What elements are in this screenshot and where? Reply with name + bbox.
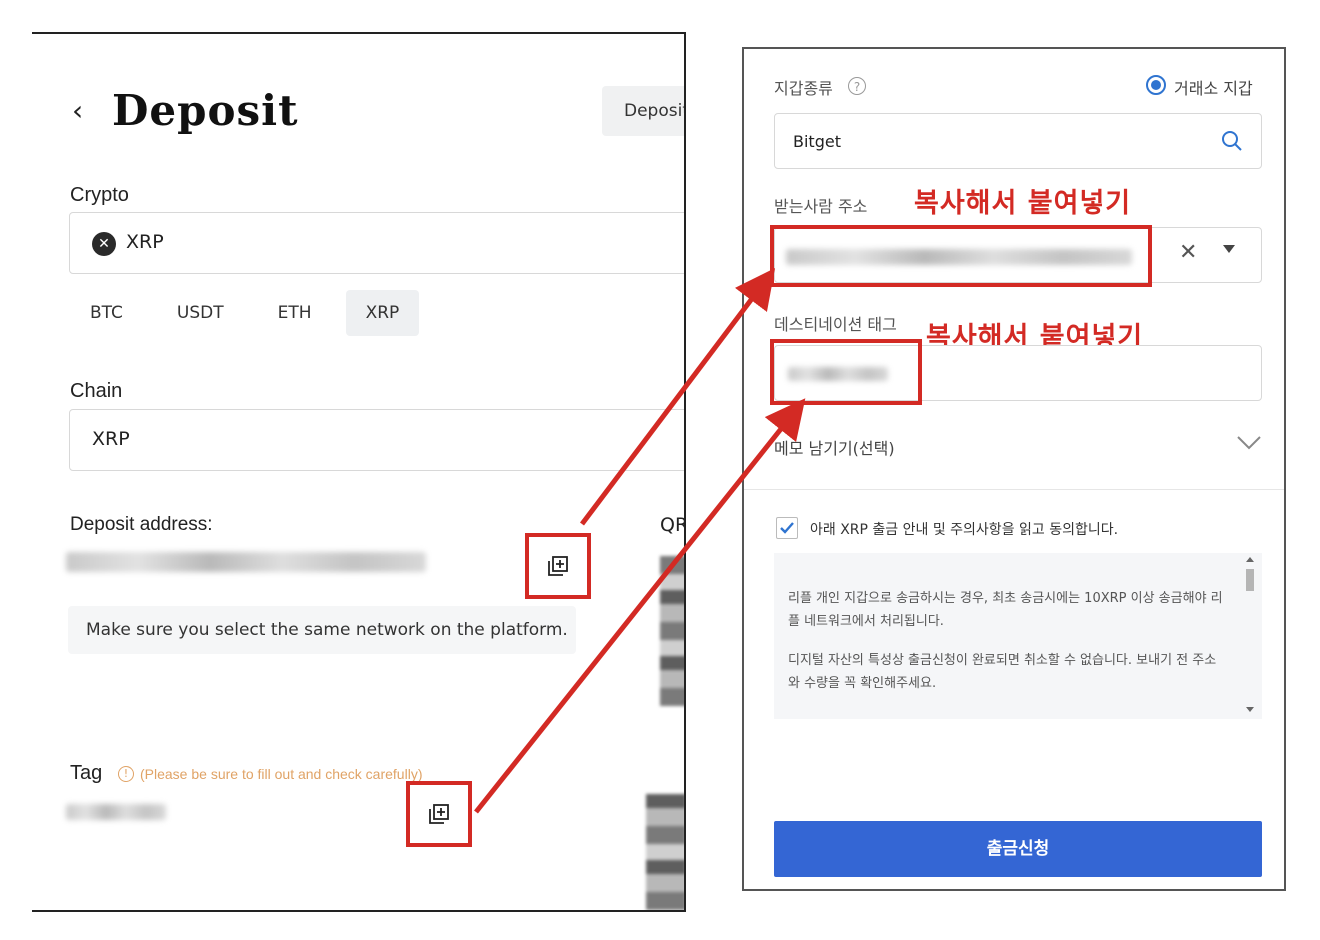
recipient-address-redacted <box>786 249 1132 265</box>
exchange-wallet-label: 거래소 지갑 <box>1174 79 1253 98</box>
recipient-address-label: 받는사람 주소 <box>774 197 868 216</box>
agree-checkbox[interactable] <box>776 517 798 539</box>
dropdown-caret-icon[interactable] <box>1223 245 1235 253</box>
qr-code-redacted <box>660 556 684 706</box>
clear-icon[interactable]: ✕ <box>1179 240 1197 265</box>
scroll-down-arrow-icon[interactable] <box>1246 707 1254 712</box>
qr-label: QR <box>660 514 686 536</box>
chip-eth[interactable]: ETH <box>258 290 332 336</box>
tag-value-redacted <box>66 804 166 820</box>
crypto-chip-row: BTC USDT ETH XRP <box>70 290 420 336</box>
chip-xrp[interactable]: XRP <box>345 290 420 336</box>
deposit-address-label: Deposit address: <box>70 514 213 535</box>
agree-text: 아래 XRP 출금 안내 및 주의사항을 읽고 동의합니다. <box>810 522 1119 538</box>
chain-select[interactable]: XRP <box>69 409 684 471</box>
crypto-select[interactable]: ✕ XRP <box>69 212 684 274</box>
withdraw-submit-button[interactable]: 출금신청 <box>774 821 1262 877</box>
back-chevron-icon[interactable]: ‹ <box>72 94 83 127</box>
tag-highlight-box <box>770 339 922 405</box>
scrollbar-thumb[interactable] <box>1246 569 1254 591</box>
recipient-highlight-box <box>770 225 1152 287</box>
exchange-value: Bitget <box>793 132 841 151</box>
chain-value: XRP <box>92 428 130 450</box>
copy-icon <box>429 804 449 824</box>
withdraw-panel: 지갑종류 ? 거래소 지갑 Bitget 받는사람 주소 복사해서 붙여넣기 ✕… <box>742 47 1286 891</box>
destination-tag-redacted <box>788 367 888 381</box>
exchange-wallet-radio[interactable] <box>1146 75 1166 95</box>
tag-label: Tag <box>70 762 103 784</box>
destination-tag-label: 데스티네이션 태그 <box>774 315 897 334</box>
help-icon[interactable]: ? <box>848 77 866 95</box>
copy-icon <box>548 556 568 576</box>
copy-paste-note-1: 복사해서 붙여넣기 <box>914 188 1132 219</box>
expand-chevron-icon[interactable] <box>1236 435 1262 451</box>
copy-tag-button[interactable] <box>406 781 472 847</box>
chip-btc[interactable]: BTC <box>70 290 143 336</box>
crypto-label: Crypto <box>70 184 129 206</box>
memo-label: 메모 남기기(선택) <box>774 439 895 458</box>
page-title: Deposit <box>112 86 299 135</box>
warning-icon: ! <box>118 766 134 782</box>
notice-paragraph-1: 리플 개인 지갑으로 송금하시는 경우, 최초 송금시에는 10XRP 이상 송… <box>788 591 1223 629</box>
qr-code-redacted-2 <box>646 794 684 910</box>
check-icon <box>780 522 794 534</box>
tag-warning: (Please be sure to fill out and check ca… <box>140 766 423 782</box>
deposit-tab-button[interactable]: Deposit <box>602 86 684 136</box>
notice-scroll-box[interactable]: 리플 개인 지갑으로 송금하시는 경우, 최초 송금시에는 10XRP 이상 송… <box>774 553 1262 719</box>
search-icon[interactable] <box>1221 130 1243 152</box>
crypto-value: XRP <box>126 231 164 253</box>
deposit-address-redacted <box>66 552 426 572</box>
scroll-up-arrow-icon[interactable] <box>1246 557 1254 562</box>
notice-paragraph-2: 디지털 자산의 특성상 출금신청이 완료되면 취소할 수 없습니다. 보내기 전… <box>788 653 1217 691</box>
xrp-coin-icon: ✕ <box>92 232 116 256</box>
exchange-search-input[interactable]: Bitget <box>774 113 1262 169</box>
wallet-type-label: 지갑종류 <box>774 79 833 98</box>
divider <box>744 489 1284 490</box>
network-notice: Make sure you select the same network on… <box>68 606 576 654</box>
copy-address-button[interactable] <box>525 533 591 599</box>
chain-label: Chain <box>70 380 123 402</box>
deposit-panel: ‹ Deposit Deposit Crypto ✕ XRP BTC USDT … <box>32 32 686 912</box>
chip-usdt[interactable]: USDT <box>157 290 244 336</box>
